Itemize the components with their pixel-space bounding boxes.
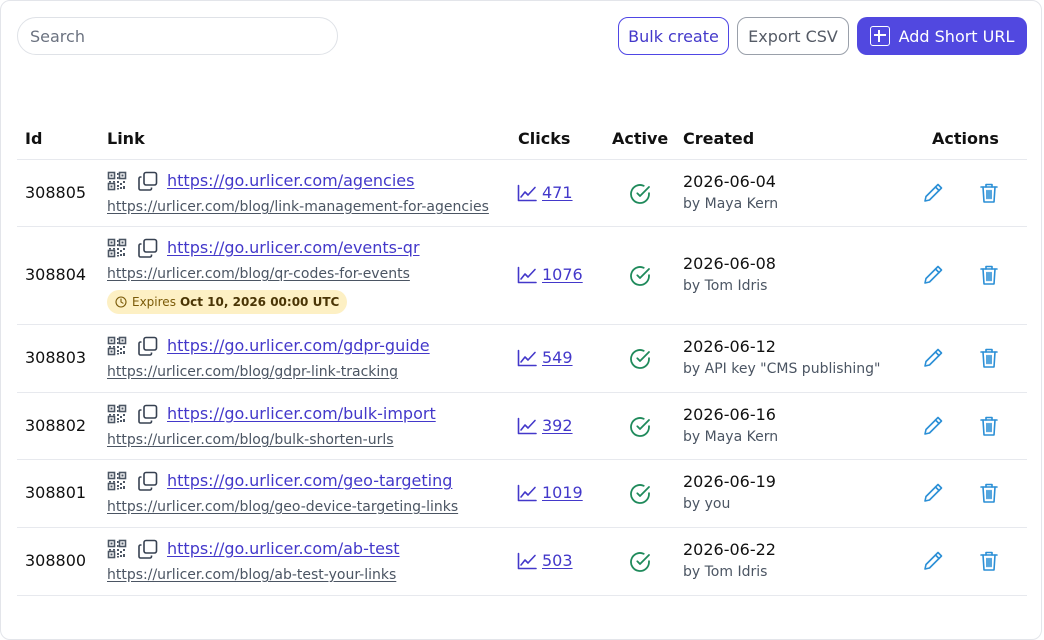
trash-icon[interactable] (979, 182, 999, 204)
trash-icon[interactable] (979, 264, 999, 286)
pencil-icon[interactable] (922, 182, 944, 204)
header-created: Created (683, 129, 755, 148)
clicks-count-link[interactable]: 471 (542, 183, 573, 202)
row-id: 308801 (25, 483, 87, 502)
table-divider (17, 595, 1027, 596)
copy-icon[interactable] (137, 237, 159, 259)
line-chart-icon[interactable] (517, 266, 537, 284)
pencil-icon[interactable] (922, 550, 944, 572)
pencil-icon[interactable] (922, 482, 944, 504)
check-circle-icon (629, 551, 651, 573)
qr-code-icon[interactable] (107, 171, 127, 191)
created-date: 2026-06-04 (683, 171, 776, 191)
table-divider (17, 324, 1027, 325)
clicks-count-link[interactable]: 549 (542, 348, 573, 367)
header-actions: Actions (932, 129, 999, 148)
expires-badge: Expires Oct 10, 2026 00:00 UTC (107, 290, 348, 314)
add-short-url-button[interactable]: Add Short URL (857, 17, 1027, 55)
trash-icon[interactable] (979, 482, 999, 504)
copy-icon[interactable] (137, 170, 159, 192)
short-url-link[interactable]: https://go.urlicer.com/geo-targeting (167, 471, 452, 490)
expires-value: Oct 10, 2026 00:00 UTC (179, 295, 340, 309)
clock-icon (115, 296, 127, 308)
check-circle-icon (629, 265, 651, 287)
row-id: 308803 (25, 348, 87, 367)
qr-code-icon[interactable] (107, 471, 127, 491)
destination-url-link[interactable]: https://urlicer.com/blog/qr-codes-for-ev… (107, 266, 410, 282)
destination-url-link[interactable]: https://urlicer.com/blog/geo-device-targ… (107, 499, 458, 515)
expires-label: Expires (132, 295, 176, 309)
row-id: 308805 (25, 182, 87, 202)
short-url-link[interactable]: https://go.urlicer.com/ab-test (167, 539, 400, 558)
destination-url-link[interactable]: https://urlicer.com/blog/ab-test-your-li… (107, 567, 396, 583)
created-by: by API key "CMS publishing" (683, 361, 881, 377)
copy-icon[interactable] (137, 538, 159, 560)
table-divider (17, 459, 1027, 460)
clicks-count-link[interactable]: 1019 (542, 483, 583, 502)
pencil-icon[interactable] (922, 415, 944, 437)
trash-icon[interactable] (979, 415, 999, 437)
line-chart-icon[interactable] (517, 552, 537, 570)
created-by: by Tom Idris (683, 278, 768, 294)
bulk-create-button[interactable]: Bulk create (618, 17, 729, 55)
table-divider (17, 527, 1027, 528)
qr-code-icon[interactable] (107, 404, 127, 424)
copy-icon[interactable] (137, 335, 159, 357)
line-chart-icon[interactable] (517, 349, 537, 367)
export-csv-label: Export CSV (748, 26, 838, 46)
destination-url-link[interactable]: https://urlicer.com/blog/bulk-shorten-ur… (107, 432, 394, 448)
plus-square-icon (869, 26, 890, 46)
created-date: 2026-06-22 (683, 540, 776, 559)
header-id: Id (25, 129, 43, 148)
clicks-count-link[interactable]: 503 (542, 551, 573, 570)
add-short-url-label: Add Short URL (898, 26, 1015, 46)
table-divider (17, 226, 1027, 227)
search-input[interactable] (17, 17, 338, 55)
row-id: 308804 (25, 265, 87, 284)
created-by: by Maya Kern (683, 195, 779, 212)
copy-icon[interactable] (137, 470, 159, 492)
created-date: 2026-06-08 (683, 254, 776, 273)
table-divider (17, 392, 1027, 393)
trash-icon[interactable] (979, 347, 999, 369)
header-link: Link (107, 129, 145, 148)
short-url-link[interactable]: https://go.urlicer.com/bulk-import (167, 404, 436, 423)
bulk-create-label: Bulk create (628, 26, 719, 46)
destination-url-link[interactable]: https://urlicer.com/blog/link-management… (107, 199, 489, 215)
check-circle-icon (629, 183, 651, 205)
clicks-count-link[interactable]: 1076 (542, 265, 583, 284)
header-active: Active (612, 129, 669, 148)
row-id: 308802 (25, 415, 87, 435)
line-chart-icon[interactable] (517, 184, 537, 202)
line-chart-icon[interactable] (517, 484, 537, 502)
row-id: 308800 (25, 551, 87, 570)
created-date: 2026-06-19 (683, 472, 776, 491)
table-divider (17, 159, 1027, 160)
header-clicks: Clicks (518, 129, 571, 148)
copy-icon[interactable] (137, 403, 159, 425)
short-url-link[interactable]: https://go.urlicer.com/events-qr (167, 238, 420, 257)
created-date: 2026-06-12 (683, 337, 776, 356)
check-circle-icon (629, 483, 651, 505)
created-date: 2026-06-16 (683, 404, 776, 424)
pencil-icon[interactable] (922, 264, 944, 286)
destination-url-link[interactable]: https://urlicer.com/blog/gdpr-link-track… (107, 364, 398, 380)
export-csv-button[interactable]: Export CSV (737, 17, 849, 55)
line-chart-icon[interactable] (517, 417, 537, 435)
created-by: by Tom Idris (683, 564, 768, 580)
check-circle-icon (629, 348, 651, 370)
qr-code-icon[interactable] (107, 336, 127, 356)
short-url-link[interactable]: https://go.urlicer.com/gdpr-guide (167, 336, 430, 355)
trash-icon[interactable] (979, 550, 999, 572)
check-circle-icon (629, 416, 651, 438)
pencil-icon[interactable] (922, 347, 944, 369)
short-url-link[interactable]: https://go.urlicer.com/agencies (167, 171, 414, 190)
created-by: by Maya Kern (683, 428, 779, 445)
qr-code-icon[interactable] (107, 539, 127, 559)
clicks-count-link[interactable]: 392 (542, 416, 573, 435)
created-by: by you (683, 496, 731, 512)
qr-code-icon[interactable] (107, 238, 127, 258)
